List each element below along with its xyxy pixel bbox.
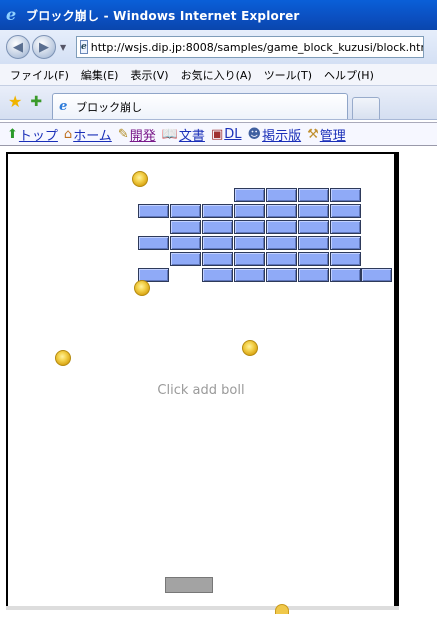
nav-link-dev[interactable]: ✎ 開発 (118, 125, 156, 144)
favorites-star-icon[interactable]: ★ (8, 92, 22, 111)
nav-link-top[interactable]: ⬆ トップ (7, 125, 58, 144)
window-title: ブロック崩し - Windows Internet Explorer (26, 8, 300, 23)
brick (202, 252, 233, 266)
brick (266, 252, 297, 266)
brick (266, 236, 297, 250)
nav-link-dl[interactable]: ▣ DL (211, 127, 242, 142)
menu-bar: ファイル(F) 編集(E) 表示(V) お気に入り(A) ツール(T) ヘルプ(… (0, 64, 437, 86)
ball (134, 280, 150, 296)
brick (138, 204, 169, 218)
paddle[interactable] (165, 577, 213, 593)
brick (202, 236, 233, 250)
add-favorites-icon[interactable]: ✚ (30, 94, 42, 110)
menu-edit[interactable]: 編集(E) (81, 67, 119, 83)
page-icon: e (80, 40, 88, 54)
site-nav: ⬆ トップ ⌂ ホーム ✎ 開発 📖 文書 ▣ DL ☻ 掲示版 ⚒ 管理 (0, 122, 437, 146)
edit-icon: ✎ (117, 126, 129, 142)
brick (202, 220, 233, 234)
users-icon: ☻ (247, 126, 262, 142)
brick (202, 204, 233, 218)
address-field[interactable]: e http://wsjs.dip.jp:8008/samples/game_b… (76, 36, 424, 58)
game-frame: Click add boll (6, 152, 399, 610)
download-icon: ▣ (210, 126, 224, 142)
brick (234, 236, 265, 250)
brick (266, 188, 297, 202)
url-text: http://wsjs.dip.jp:8008/samples/game_blo… (90, 40, 424, 54)
brick (266, 220, 297, 234)
menu-tools[interactable]: ツール(T) (264, 67, 312, 83)
brick (298, 268, 329, 282)
tab-ie-icon: e (59, 99, 68, 114)
brick (330, 204, 361, 218)
brick (330, 252, 361, 266)
brick (330, 268, 361, 282)
brick (266, 204, 297, 218)
brick (361, 268, 392, 282)
game-canvas[interactable]: Click add boll (8, 154, 394, 610)
forward-icon[interactable]: ▶ (32, 35, 56, 59)
brick (330, 236, 361, 250)
tool-icon: ⚒ (307, 126, 319, 142)
new-tab-button[interactable] (352, 97, 381, 119)
home-icon: ⌂ (63, 126, 73, 142)
tab-row: ★ ✚ e ブロック崩し (0, 86, 437, 120)
game-hint: Click add boll (157, 383, 245, 398)
brick (234, 252, 265, 266)
ie-logo-icon: e (6, 5, 17, 24)
back-icon[interactable]: ◀ (6, 35, 30, 59)
brick (202, 268, 233, 282)
brick (298, 188, 329, 202)
title-bar: e ブロック崩し - Windows Internet Explorer (0, 0, 437, 30)
brick (330, 220, 361, 234)
menu-view[interactable]: 表示(V) (130, 67, 168, 83)
ball (55, 350, 71, 366)
brick (298, 236, 329, 250)
menu-favorites[interactable]: お気に入り(A) (181, 67, 252, 83)
address-bar-row: ◀ ▶ ▼ e http://wsjs.dip.jp:8008/samples/… (0, 30, 437, 64)
nav-link-admin[interactable]: ⚒ 管理 (307, 125, 346, 144)
brick (234, 188, 265, 202)
nav-link-docs[interactable]: 📖 文書 (162, 125, 205, 144)
brick (234, 268, 265, 282)
brick (170, 252, 201, 266)
nav-link-home[interactable]: ⌂ ホーム (64, 125, 112, 144)
tab-label: ブロック崩し (76, 100, 143, 114)
ball (132, 171, 148, 187)
up-arrow-icon: ⬆ (7, 126, 18, 142)
brick (138, 236, 169, 250)
brick (170, 204, 201, 218)
ball (242, 340, 258, 356)
brick (234, 204, 265, 218)
brick (266, 268, 297, 282)
brick (170, 220, 201, 234)
tab-block-game[interactable]: e ブロック崩し (52, 93, 349, 119)
brick (298, 220, 329, 234)
history-dropdown-icon[interactable]: ▼ (60, 43, 70, 52)
menu-help[interactable]: ヘルプ(H) (324, 67, 374, 83)
brick (234, 220, 265, 234)
brick (170, 236, 201, 250)
brick (298, 204, 329, 218)
brick (298, 252, 329, 266)
menu-file[interactable]: ファイル(F) (10, 67, 69, 83)
game-bottom-edge (6, 606, 399, 610)
ball (275, 604, 289, 614)
nav-link-bbs[interactable]: ☻ 掲示版 (248, 125, 302, 144)
brick (330, 188, 361, 202)
book-icon: 📖 (161, 126, 178, 142)
